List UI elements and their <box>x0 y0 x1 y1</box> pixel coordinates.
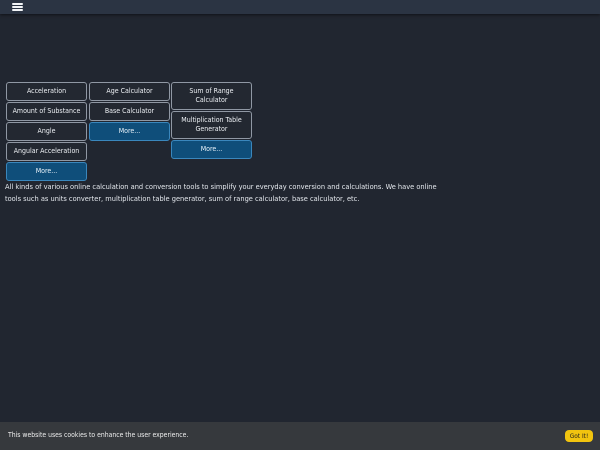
tool-button-base-calculator[interactable]: Base Calculator <box>89 102 170 121</box>
cookie-banner: This website uses cookies to enhance the… <box>0 422 600 450</box>
more-button-calculators[interactable]: More... <box>89 122 170 141</box>
hamburger-menu-icon[interactable] <box>12 3 23 11</box>
tool-button-angle[interactable]: Angle <box>6 122 87 141</box>
menu-icon-line <box>12 6 23 8</box>
tool-button-angular-acceleration[interactable]: Angular Acceleration <box>6 142 87 161</box>
tool-column-calculators: Age Calculator Base Calculator More... <box>89 82 170 142</box>
tool-column-converters: Acceleration Amount of Substance Angle A… <box>6 82 87 182</box>
cookie-accept-button[interactable]: Got It! <box>565 430 593 442</box>
tool-button-multiplication-table-generator[interactable]: Multiplication Table Generator <box>171 111 252 139</box>
tool-column-math: Sum of Range Calculator Multiplication T… <box>171 82 252 160</box>
site-description: All kinds of various online calculation … <box>5 182 437 203</box>
menu-icon-line <box>12 9 23 11</box>
cookie-message: This website uses cookies to enhance the… <box>8 431 189 439</box>
menu-icon-line <box>12 3 23 5</box>
top-navbar <box>0 0 600 14</box>
tool-button-amount-of-substance[interactable]: Amount of Substance <box>6 102 87 121</box>
tool-button-acceleration[interactable]: Acceleration <box>6 82 87 101</box>
tool-button-sum-of-range-calculator[interactable]: Sum of Range Calculator <box>171 82 252 110</box>
more-button-converters[interactable]: More... <box>6 162 87 181</box>
tool-button-age-calculator[interactable]: Age Calculator <box>89 82 170 101</box>
more-button-math[interactable]: More... <box>171 140 252 159</box>
